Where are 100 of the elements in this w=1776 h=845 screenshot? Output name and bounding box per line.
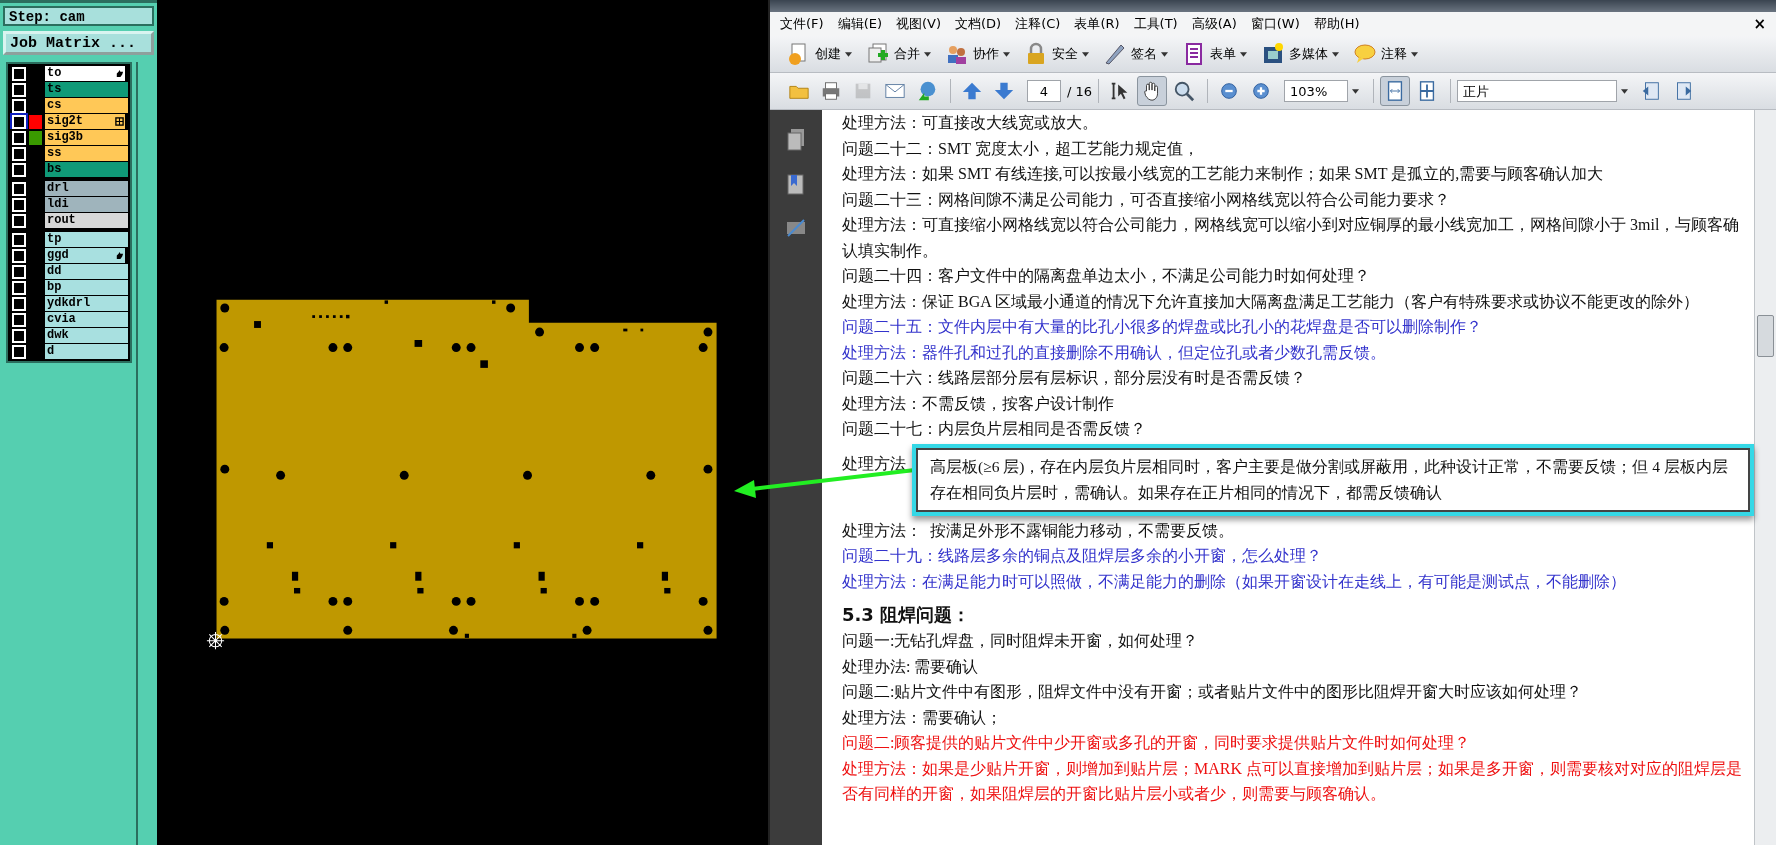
pages-icon[interactable] [785,128,807,152]
layer-name[interactable]: ldi [45,197,128,212]
caret-icon [1621,88,1629,94]
menu-item[interactable]: 表单(R) [1074,15,1120,33]
layer-name[interactable]: d [45,344,128,359]
layer-checkbox[interactable] [12,232,26,247]
layer-checkbox[interactable] [12,296,26,311]
job-matrix-button[interactable]: Job Matrix ... [3,31,154,55]
toolbar-button[interactable]: 协作 [942,40,1013,68]
toolbar-button[interactable]: 创建 [784,40,855,68]
layer-name[interactable]: drl [45,181,128,196]
step-label: Step: cam [3,6,154,26]
layer-name[interactable]: ts [45,82,128,97]
menu-item[interactable]: 编辑(E) [837,15,882,33]
documents-plus-icon [866,42,890,66]
caret-icon [1332,51,1339,57]
menu-item[interactable]: 文档(D) [955,15,1002,33]
caret-icon [1161,51,1168,57]
toolbar-button[interactable]: 签名 [1100,40,1171,68]
bookmark-icon[interactable] [785,172,807,196]
document-text: 处理方法：如果 SMT 有线连接,可以按最小线宽的工艺能力来制作；如果 SMT 是孤立的,需要与顾客确认加大 [842,164,1605,184]
document-text: 问题二十四：客户文件中的隔离盘单边太小，不满足公司能力时如何处理？ [842,266,1371,286]
document-text: 处理方法 [842,453,906,474]
hand-icon[interactable] [1137,76,1168,106]
layer-name[interactable]: ydkdrl [45,296,128,311]
layer-checkbox[interactable] [12,66,26,81]
layer-name[interactable]: dwk [45,328,128,343]
layer-checkbox[interactable] [12,248,26,263]
menu-item[interactable]: 注释(C) [1015,15,1061,33]
close-button[interactable]: × [1753,15,1766,33]
caret-icon [1240,51,1247,57]
menu-item[interactable]: 工具(T) [1133,15,1178,33]
menu-item[interactable]: 文件(F) [780,15,824,33]
menu-item[interactable]: 窗口(W) [1250,15,1300,33]
page-count: / 16 [1067,83,1093,99]
layer-checkbox[interactable] [12,280,26,295]
caret-icon [845,51,852,57]
document-text: 处理方法： 按满足外形不露铜能力移动，不需要反馈。 [842,520,1235,541]
caret-icon [1352,88,1360,94]
layer-name[interactable]: cvia [45,312,128,327]
layer-name[interactable]: ss [45,146,128,161]
layer-checkbox[interactable] [12,82,26,97]
layer-checkbox[interactable] [12,197,26,212]
document-text: 问题二十七：内层负片层相同是否需反馈？ [842,419,1147,439]
caret-icon [1411,51,1418,57]
layer-checkbox[interactable] [12,312,26,327]
scrollbar[interactable] [1754,110,1776,845]
menu-item[interactable]: 帮助(H) [1313,15,1360,33]
layer-name[interactable]: cs [45,98,128,113]
layer-checkbox[interactable] [12,264,26,279]
document-text: 处理方法：器件孔和过孔的直接删除不用确认，但定位孔或者少数孔需反馈。 [842,342,1387,363]
page-number-field[interactable]: 4 [1027,80,1061,102]
document-text: 处理办法: 需要确认 [842,656,980,677]
layer-checkbox[interactable] [12,181,26,196]
toolbar-button[interactable]: 安全 [1021,40,1092,68]
document-text: 问题二十六：线路层部分层有层标识，部分层没有时是否需反馈？ [842,368,1307,388]
toolbar-button[interactable]: 表单 [1179,40,1250,68]
document-text: 处理方法：不需反馈，按客户设计制作 [842,393,1115,414]
document-text: 处理方法：保证 BGA 区域最小通道的情况下允许直接加大隔离盘满足工艺能力（客户有特殊要求或协议不能更改的除外） [842,291,1700,312]
document-text: 问题二:贴片文件中有图形，阻焊文件中没有开窗；或者贴片文件中的图形比阻焊开窗大时应该如何处理？ [842,682,1584,702]
caret-icon [1082,51,1089,57]
layer-name[interactable]: rout [45,213,128,228]
toolbar-button[interactable]: 合并 [863,40,934,68]
document-text: 问题二十九：线路层多余的铜点及阻焊层多余的小开窗，怎么处理？ [842,546,1323,566]
menu-item[interactable]: 高级(A) [1191,15,1237,33]
crosshair-icon [206,631,225,650]
layer-name[interactable]: dd [45,264,128,279]
layer-checkbox[interactable] [12,162,26,177]
caret-icon [1003,51,1010,57]
layer-name[interactable]: to [45,66,125,81]
speech-bubble-icon [1353,42,1377,66]
document-text: 问题二十五：文件内层中有大量的比孔小很多的焊盘或比孔小的花焊盘是否可以删除制作？ [842,317,1483,337]
toolbar-button[interactable]: 注释 [1350,40,1421,68]
layer-checkbox[interactable] [12,344,26,359]
toolbar-button[interactable]: 多媒体 [1258,40,1342,68]
layer-name[interactable]: bp [45,280,128,295]
layer-checkbox[interactable] [12,114,26,129]
layer-checkbox[interactable] [12,213,26,228]
fit-width-icon[interactable] [1380,76,1411,106]
layer-checkbox[interactable] [12,146,26,161]
layer-name[interactable]: sig3b [45,130,128,145]
layer-checkbox[interactable] [12,98,26,113]
layer-checkbox[interactable] [12,130,26,145]
menu-item[interactable]: 视图(V) [896,15,942,33]
layer-checkbox[interactable] [12,328,26,343]
document-text: 处理方法：如果是少贴片开窗，则增加到贴片层；MARK 点可以直接增加到贴片层；如果是多开窗，则需要核对对应的阻焊层是否有同样的开窗，如果阻焊层的开窗比贴片层小或者少，则需要与顾客确认。 [842,758,1742,804]
callout-box: 高层板(≥6 层)，存在内层负片层相同时，客户主要是做分割或屏蔽用，此种设计正常，不需要反馈；但 4 层板内层存在相同负片层时，需确认。如果存在正片相同的情况下，都需反馈确认 [912,443,1754,516]
section-heading: 5.3 阻焊问题： [842,603,972,627]
pen-icon [1103,42,1127,66]
document-text: 处理方法：需要确认； [842,707,1003,728]
layer-name[interactable]: tp [45,232,128,247]
view-dropdown[interactable]: 正片 [1457,80,1618,102]
zoom-dropdown[interactable]: 103% [1284,80,1349,102]
document-text: 问题二十二：SMT 宽度太小，超工艺能力规定值， [842,138,1200,159]
document-text: 处理方法：可直接改大线宽或放大。 [842,113,1099,133]
layer-name[interactable]: bs [45,162,128,177]
document-text: 问题二:顾客提供的贴片文件中少开窗或多孔的开窗，同时要求提供贴片文件时如何处理？ [842,733,1472,753]
layer-name[interactable]: sig2t [45,114,125,129]
document-text: 处理方法：在满足能力时可以照做，不满足能力的删除（如果开窗设计在走线上，有可能是测试点，不能删除） [842,571,1627,592]
layer-name[interactable]: ggd [45,248,125,263]
